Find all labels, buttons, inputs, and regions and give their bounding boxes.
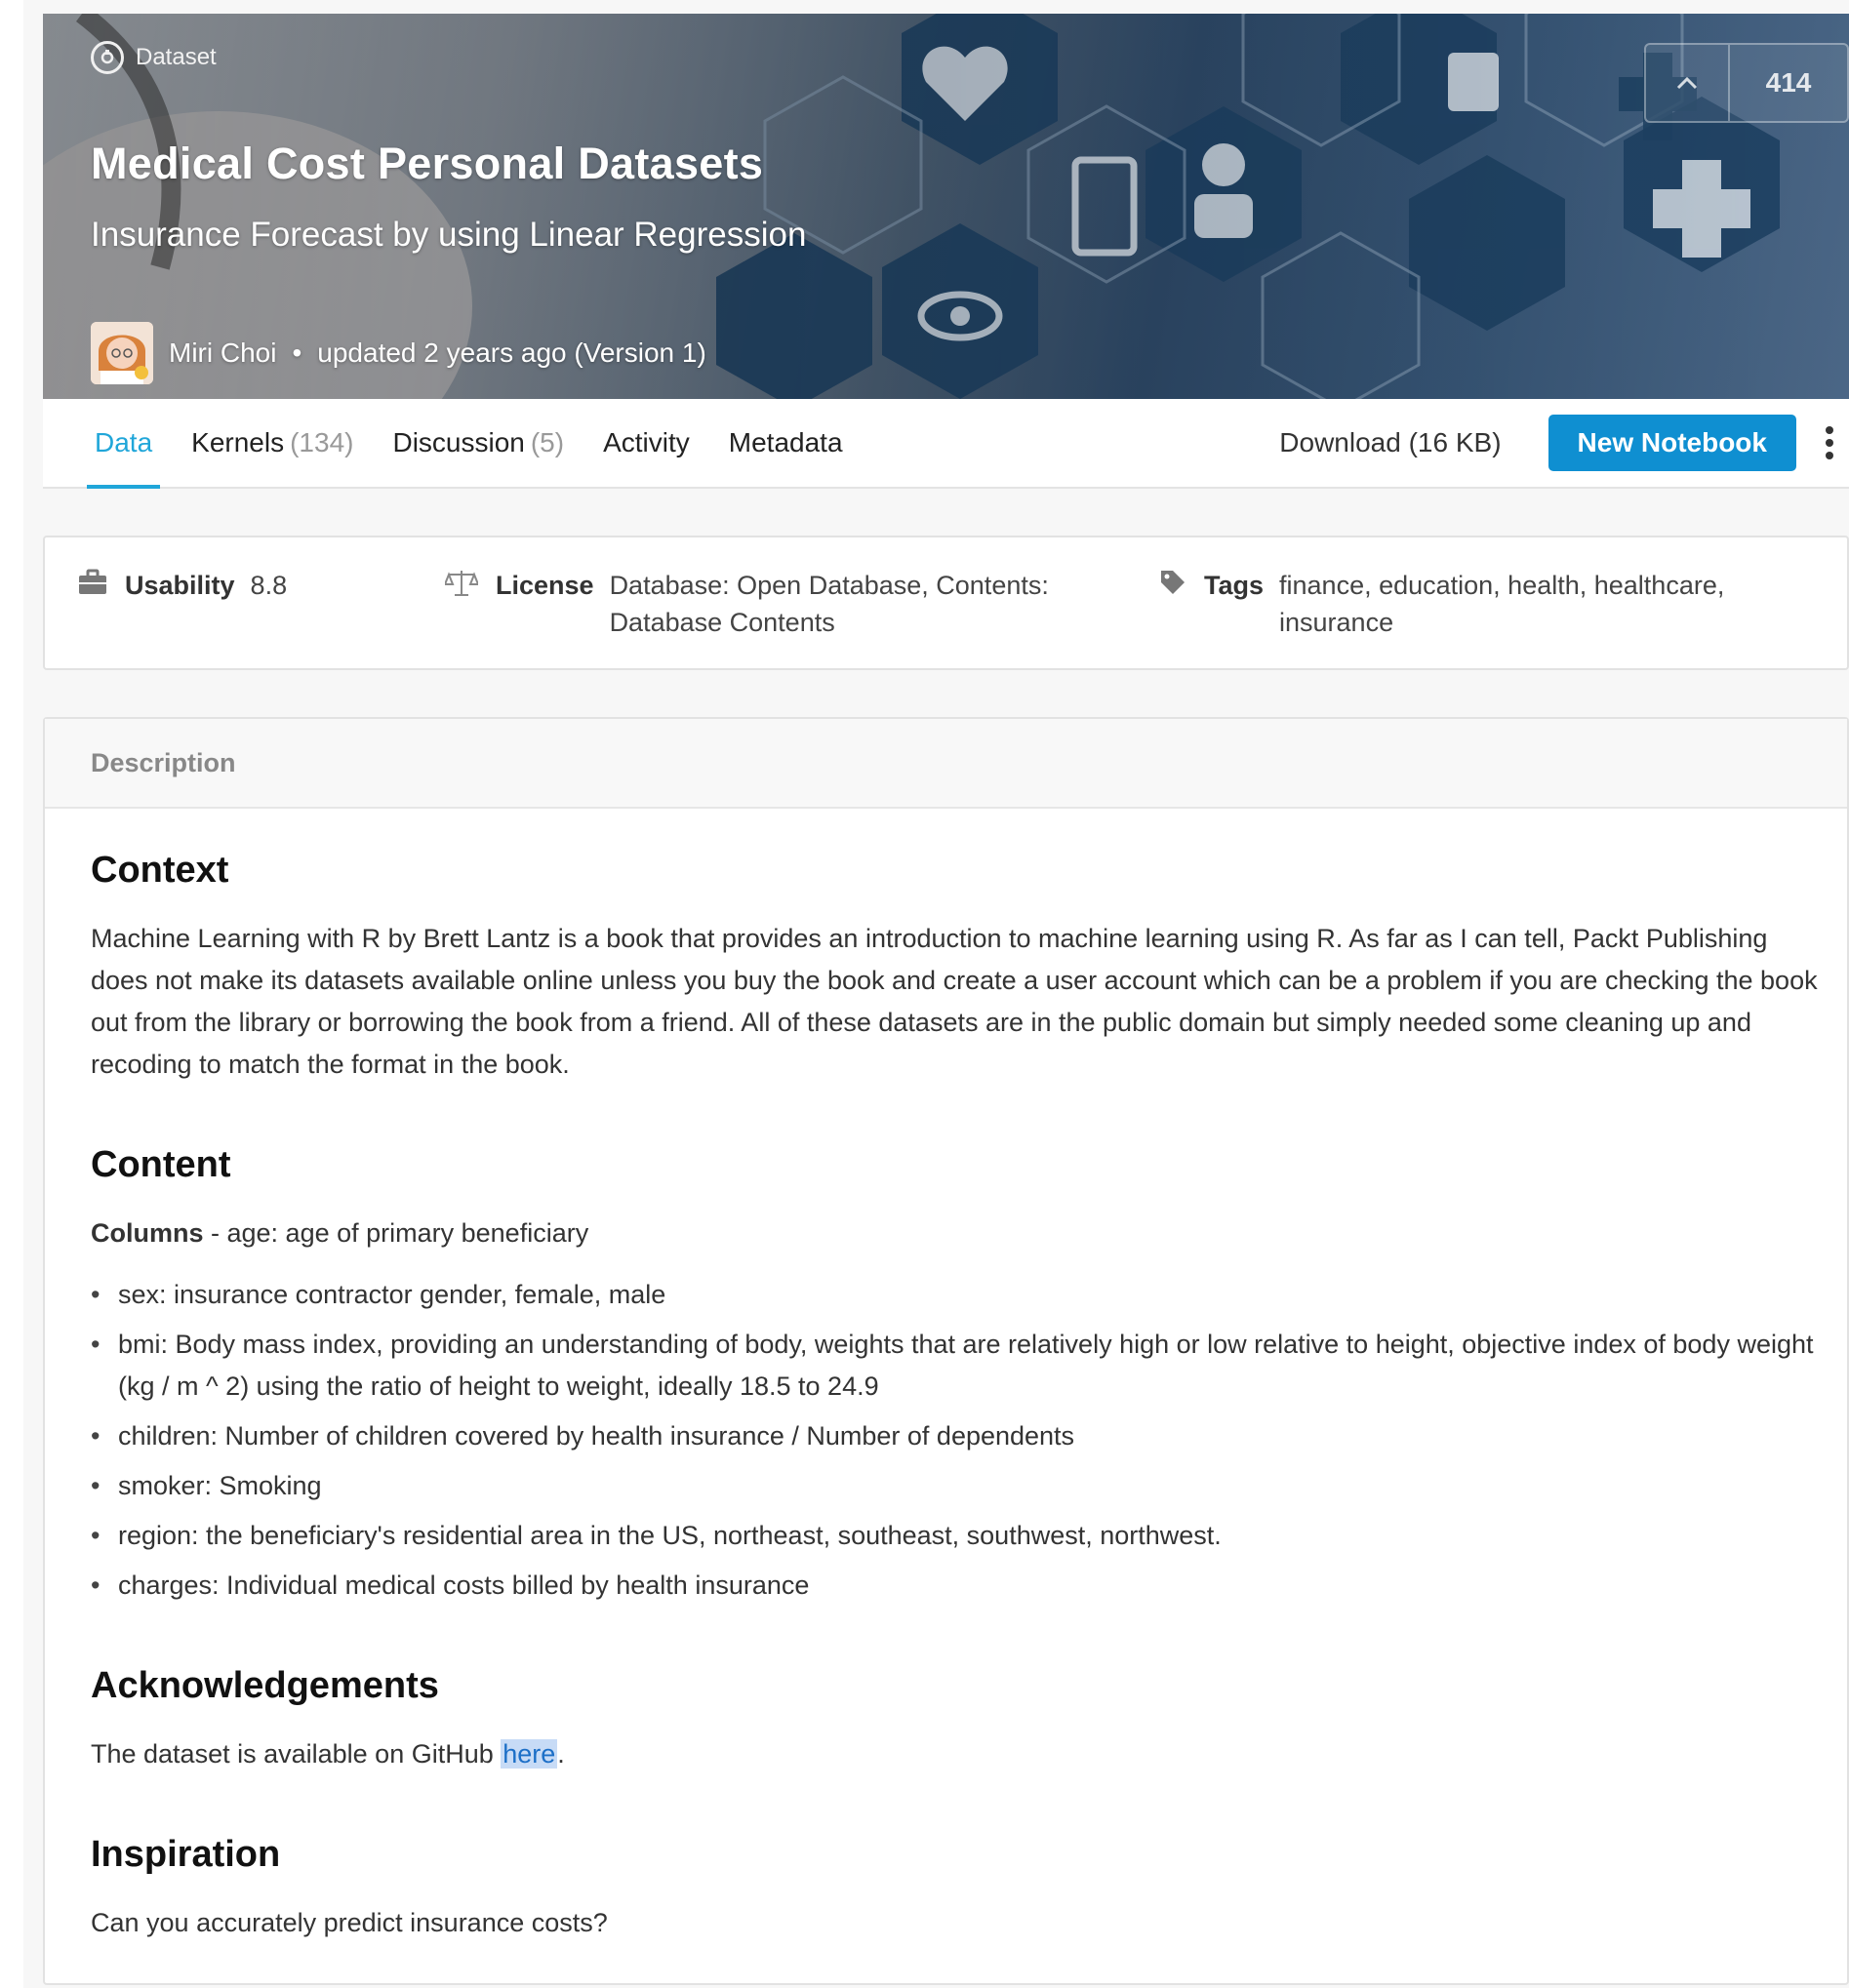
page-left-margin	[0, 0, 23, 1988]
github-link[interactable]: here	[501, 1739, 558, 1769]
separator-dot: •	[292, 338, 302, 368]
list-item: children: Number of children covered by …	[91, 1415, 1818, 1457]
context-text: Machine Learning with R by Brett Lantz i…	[91, 924, 1818, 1079]
columns-list: sex: insurance contractor gender, female…	[91, 1274, 1818, 1607]
inspiration-heading: Inspiration	[91, 1834, 281, 1875]
columns-label: Columns	[91, 1218, 204, 1248]
tab-count: (5)	[530, 427, 565, 457]
dataset-subtitle: Insurance Forecast by using Linear Regre…	[91, 216, 807, 254]
tab-metadata[interactable]: Metadata	[721, 399, 851, 487]
columns-intro-text: - age: age of primary beneficiary	[203, 1218, 589, 1248]
license-label: License	[496, 571, 594, 600]
tag-icon	[1161, 571, 1185, 594]
vote-count: 414	[1765, 67, 1812, 98]
dataset-header: Dataset Medical Cost Personal Datasets I…	[43, 14, 1849, 399]
tab-list: Data Kernels (134) Discussion (5) Activi…	[87, 399, 874, 489]
vote-widget: 414	[1644, 43, 1849, 123]
description-header: Description	[45, 719, 1847, 809]
tab-label: Kernels	[191, 427, 285, 457]
dataset-icon	[91, 41, 124, 74]
list-item: sex: insurance contractor gender, female…	[91, 1274, 1818, 1316]
dataset-page: Dataset Medical Cost Personal Datasets I…	[43, 14, 1849, 1985]
columns-intro: Columns - age: age of primary beneficiar…	[91, 1213, 1818, 1254]
content-heading: Content	[91, 1144, 231, 1185]
author-name[interactable]: Miri Choi	[169, 338, 276, 369]
author-line: Miri Choi • updated 2 years ago (Version…	[91, 322, 706, 384]
more-options-button[interactable]	[1810, 415, 1849, 471]
tab-discussion[interactable]: Discussion (5)	[384, 399, 572, 487]
dataset-type-label: Dataset	[91, 41, 217, 74]
acknowledgements-text: The dataset is available on GitHub here.	[91, 1733, 1818, 1775]
tab-label: Data	[95, 427, 153, 457]
description-card: Description Context Machine Learning wit…	[43, 717, 1849, 1985]
tab-actions: Download (16 KB) New Notebook	[1279, 399, 1849, 487]
acknowledgements-heading: Acknowledgements	[91, 1665, 439, 1706]
download-link[interactable]: Download (16 KB)	[1279, 427, 1501, 458]
tags-line-2: insurance	[1279, 608, 1394, 637]
upvote-button[interactable]	[1646, 45, 1730, 121]
new-notebook-button[interactable]: New Notebook	[1548, 415, 1796, 471]
tags-label: Tags	[1204, 571, 1265, 600]
tags-item: Tags finance, education, health, healthc…	[1159, 567, 1724, 641]
inspiration-text: Can you accurately predict insurance cos…	[91, 1908, 608, 1937]
avatar[interactable]	[91, 322, 153, 384]
license-line-1: Database: Open Database, Contents:	[609, 571, 1049, 600]
dataset-type-text: Dataset	[136, 44, 217, 70]
tab-data[interactable]: Data	[87, 399, 161, 489]
context-section: Context Machine Learning with R by Brett…	[91, 848, 1818, 1086]
ack-text-before: The dataset is available on GitHub	[91, 1739, 502, 1769]
context-heading: Context	[91, 850, 229, 891]
content-section: Content Columns - age: age of primary be…	[91, 1142, 1818, 1607]
tab-count: (134)	[290, 427, 354, 457]
tags-value[interactable]: finance, education, health, healthcare, …	[1279, 567, 1724, 641]
license-line-2: Database Contents	[609, 608, 835, 637]
tags-line-1: finance, education, health, healthcare,	[1279, 571, 1725, 600]
list-item: charges: Individual medical costs billed…	[91, 1565, 1818, 1607]
description-body: Context Machine Learning with R by Brett…	[45, 809, 1847, 1944]
tab-label: Discussion	[392, 427, 525, 457]
tab-kernels[interactable]: Kernels (134)	[183, 399, 361, 487]
dataset-title: Medical Cost Personal Datasets	[91, 139, 764, 188]
updated-text: updated 2 years ago (Version 1)	[317, 338, 706, 368]
usability-item: Usability 8.8	[78, 567, 287, 604]
usability-value: 8.8	[250, 571, 288, 600]
license-item: License Database: Open Database, Content…	[445, 567, 1049, 641]
acknowledgements-section: Acknowledgements The dataset is availabl…	[91, 1663, 1818, 1775]
scale-icon	[445, 571, 478, 596]
dataset-meta-card: Usability 8.8 License Database: Open Dat…	[43, 536, 1849, 670]
more-vertical-icon	[1826, 426, 1833, 459]
list-item: region: the beneficiary's residential ar…	[91, 1515, 1818, 1557]
dataset-tabbar: Data Kernels (134) Discussion (5) Activi…	[43, 399, 1849, 489]
license-value[interactable]: Database: Open Database, Contents: Datab…	[610, 567, 1049, 641]
usability-label: Usability	[125, 571, 235, 600]
list-item: bmi: Body mass index, providing an under…	[91, 1324, 1818, 1408]
ack-text-after: .	[557, 1739, 565, 1769]
tab-label: Activity	[603, 427, 690, 457]
tab-label: Metadata	[728, 427, 843, 457]
tab-activity[interactable]: Activity	[595, 399, 698, 487]
list-item: smoker: Smoking	[91, 1465, 1818, 1507]
chevron-up-icon	[1676, 76, 1698, 90]
briefcase-icon	[79, 569, 106, 594]
inspiration-section: Inspiration Can you accurately predict i…	[91, 1832, 1818, 1944]
